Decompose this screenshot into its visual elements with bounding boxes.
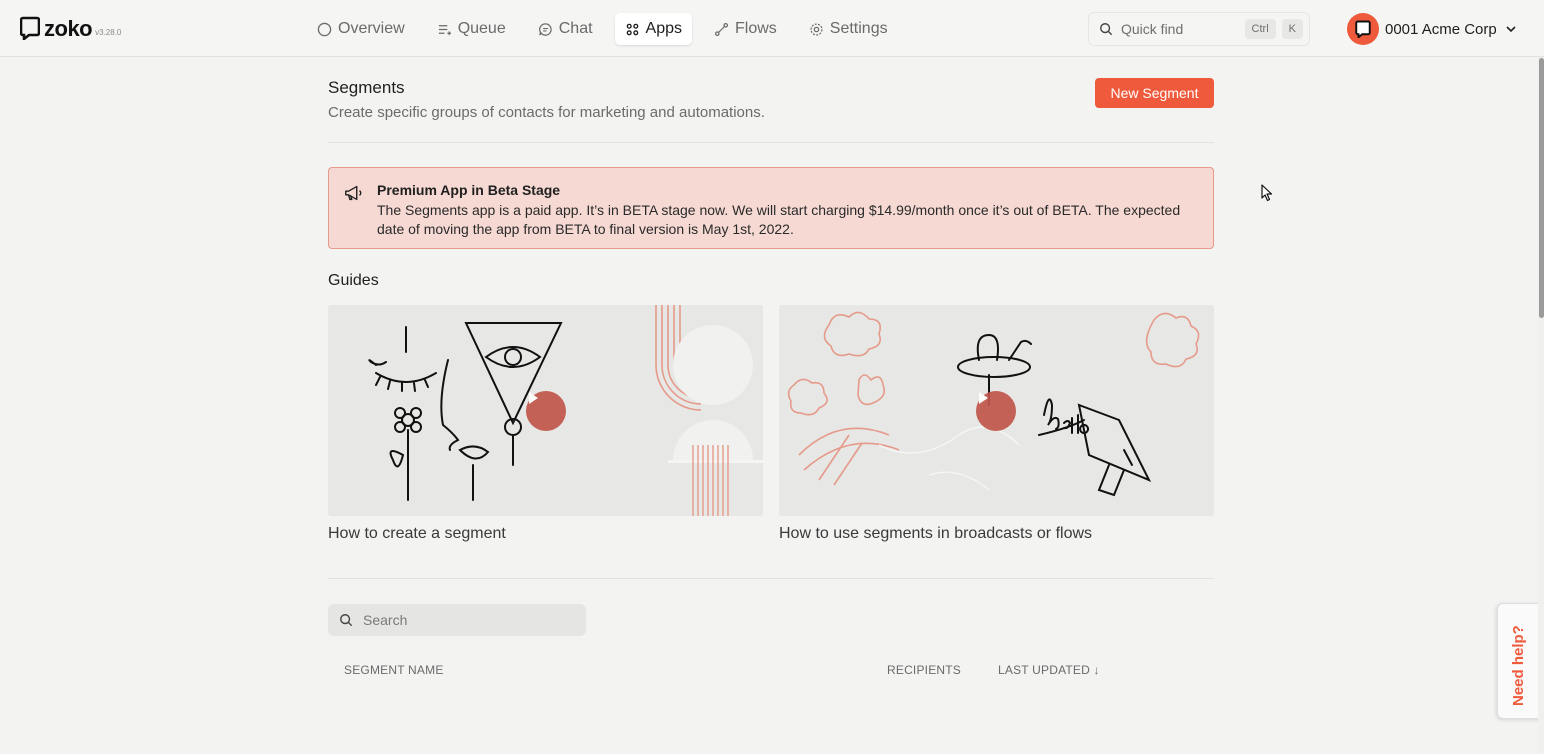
alert-title: Premium App in Beta Stage [377, 182, 561, 198]
guide-thumbnail[interactable] [779, 305, 1214, 516]
account-name: 0001 Acme Corp [1385, 20, 1497, 38]
segment-search[interactable] [328, 604, 586, 636]
logo-text: zoko [44, 16, 93, 41]
page-subtitle: Create specific groups of contacts for m… [328, 104, 765, 121]
logo-mark-icon [20, 16, 40, 40]
chat-icon [538, 22, 552, 36]
divider [328, 142, 1214, 143]
mouse-cursor-icon [1261, 184, 1273, 202]
apps-grid-icon [626, 23, 638, 35]
account-menu[interactable]: 0001 Acme Corp [1347, 13, 1517, 45]
shortcut-key-ctrl: Ctrl [1244, 19, 1276, 39]
alert-body: The Segments app is a paid app. It’s in … [377, 202, 1181, 237]
nav-apps[interactable]: Apps [614, 13, 692, 45]
gear-icon [810, 22, 823, 36]
divider [328, 578, 1214, 579]
nav-settings-label: Settings [829, 20, 888, 37]
page-title: Segments [328, 78, 405, 97]
search-icon [1100, 23, 1113, 36]
chat-bubble-icon [1355, 20, 1371, 38]
need-help-tab[interactable]: Need help? [1497, 603, 1544, 719]
app-version: v3.28.0 [95, 28, 122, 37]
guide-card-create-segment[interactable]: How to create a segment [328, 305, 763, 543]
nav-settings[interactable]: Settings [799, 13, 898, 45]
quick-find-placeholder: Quick find [1121, 21, 1184, 37]
flows-icon [714, 22, 729, 36]
guide-card-segments-broadcasts[interactable]: How to use segments in broadcasts or flo… [779, 305, 1214, 543]
column-header-segment-name[interactable]: SEGMENT NAME [344, 663, 444, 677]
megaphone-icon [345, 185, 362, 201]
chevron-down-icon [1506, 26, 1516, 33]
avatar [1347, 13, 1379, 45]
circle-icon [317, 22, 332, 36]
logo[interactable]: zoko v3.28.0 [20, 16, 121, 40]
nav-flows-label: Flows [735, 20, 777, 37]
guide-title[interactable]: How to create a segment [328, 525, 763, 543]
new-segment-button[interactable]: New Segment [1095, 78, 1214, 108]
top-bar: zoko v3.28.0 Overview Queue Chat Apps Fl… [0, 0, 1544, 57]
nav-overview[interactable]: Overview [307, 13, 415, 45]
nav-flows[interactable]: Flows [704, 13, 787, 45]
play-icon [529, 392, 538, 404]
need-help-label: Need help? [1510, 625, 1527, 706]
scrollbar-thumb[interactable] [1539, 58, 1544, 318]
queue-icon [438, 24, 451, 35]
search-icon [340, 614, 353, 627]
segment-search-input[interactable] [361, 611, 565, 629]
nav-chat-label: Chat [558, 20, 593, 37]
column-header-last-updated[interactable]: LAST UPDATED ↓ [998, 663, 1100, 677]
play-button[interactable] [976, 391, 1016, 431]
nav-overview-label: Overview [338, 20, 405, 37]
nav-queue[interactable]: Queue [427, 13, 516, 45]
beta-alert: Premium App in Beta Stage The Segments a… [328, 167, 1214, 249]
main-nav: Overview Queue Chat Apps Flows Settings [307, 13, 910, 45]
guide-thumbnail[interactable] [328, 305, 763, 516]
nav-apps-label: Apps [645, 20, 682, 37]
nav-chat[interactable]: Chat [528, 13, 603, 45]
shortcut-key-k: K [1281, 19, 1303, 39]
play-icon [979, 392, 988, 404]
column-header-recipients[interactable]: RECIPIENTS [887, 663, 961, 677]
play-button[interactable] [526, 391, 566, 431]
nav-queue-label: Queue [457, 20, 506, 37]
quick-find[interactable]: Quick find Ctrl K [1088, 12, 1310, 46]
guides-heading: Guides [328, 272, 379, 289]
guide-title[interactable]: How to use segments in broadcasts or flo… [779, 525, 1214, 543]
